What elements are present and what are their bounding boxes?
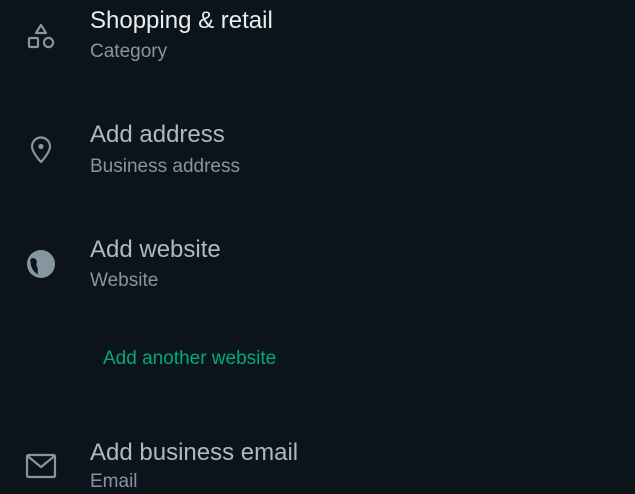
- category-title: Shopping & retail: [90, 7, 273, 34]
- address-row[interactable]: Add address Business address: [0, 110, 635, 190]
- website-row[interactable]: Add website Website: [0, 225, 635, 305]
- add-another-website-link[interactable]: Add another website: [103, 347, 276, 371]
- shapes-icon: [22, 18, 60, 56]
- category-subtitle: Category: [90, 41, 168, 62]
- location-pin-icon: [22, 131, 60, 169]
- website-title: Add website: [90, 236, 221, 263]
- website-subtitle: Website: [90, 270, 159, 291]
- address-title: Add address: [90, 121, 225, 148]
- mail-icon: [22, 447, 60, 485]
- email-title: Add business email: [90, 439, 299, 466]
- category-row[interactable]: Shopping & retail Category: [0, 0, 635, 80]
- email-row[interactable]: Add business email Email: [0, 425, 635, 492]
- globe-icon: [22, 245, 60, 283]
- email-subtitle: Email: [90, 471, 138, 492]
- address-subtitle: Business address: [90, 156, 240, 177]
